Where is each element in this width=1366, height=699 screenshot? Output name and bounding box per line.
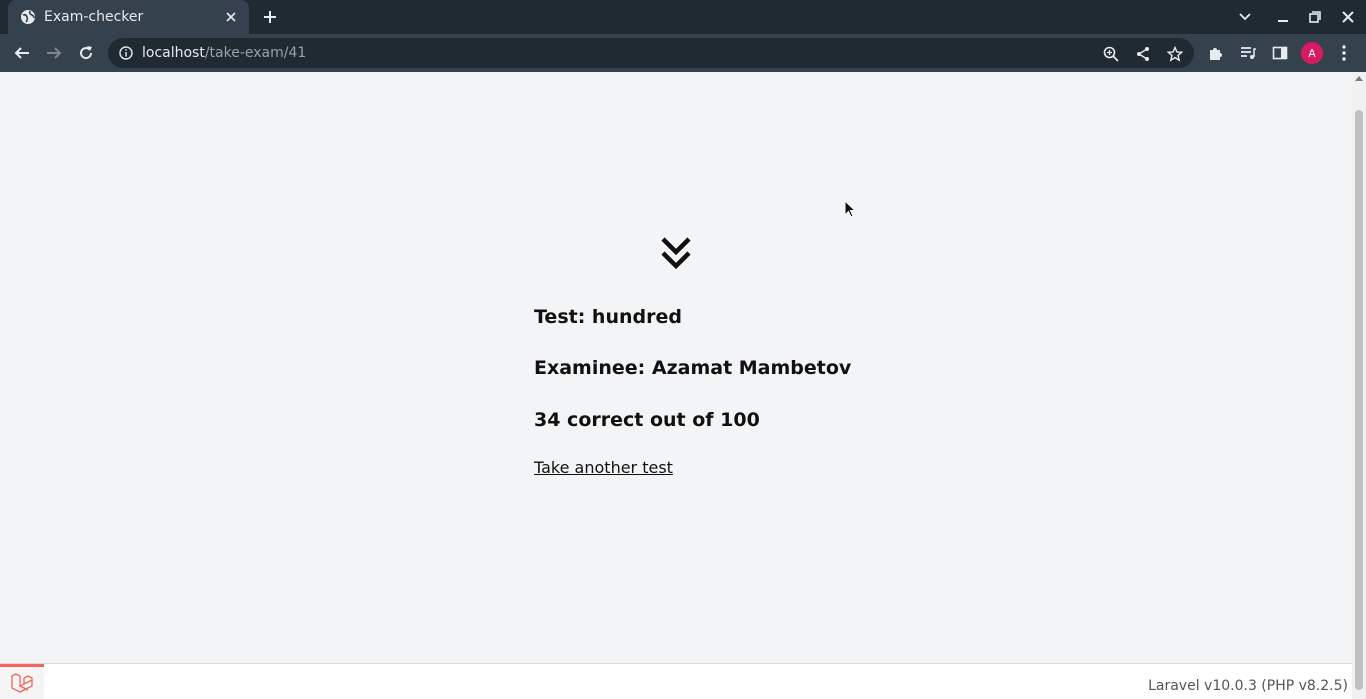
score-summary: 34 correct out of 100 — [534, 409, 760, 431]
laravel-logo-icon[interactable] — [0, 664, 44, 699]
globe-icon — [20, 9, 36, 25]
plus-icon[interactable] — [259, 6, 281, 28]
star-icon[interactable] — [1166, 45, 1184, 63]
laravel-debugbar: Laravel v10.0.3 (PHP v8.2.5) — [0, 663, 1352, 699]
framework-version: Laravel v10.0.3 (PHP v8.2.5) — [1148, 678, 1348, 694]
tab-title: Exam-checker — [44, 9, 144, 25]
restore-icon[interactable] — [1304, 6, 1326, 28]
double-chevron-down-icon — [660, 236, 692, 272]
arrow-right-icon[interactable] — [42, 41, 66, 65]
puzzle-icon[interactable] — [1204, 41, 1228, 65]
take-another-test-link[interactable]: Take another test — [534, 458, 673, 477]
page-content: Test: hundred Examinee: Azamat Mambetov … — [0, 72, 1352, 699]
kebab-menu-icon[interactable] — [1332, 41, 1356, 65]
scroll-up-icon[interactable] — [1355, 76, 1363, 81]
chevron-down-icon[interactable] — [1234, 6, 1256, 28]
scroll-thumb[interactable] — [1355, 110, 1363, 690]
arrow-left-icon[interactable] — [10, 41, 34, 65]
zoom-icon[interactable] — [1102, 45, 1120, 63]
address-bar[interactable]: localhost/take-exam/41 — [108, 38, 1194, 68]
avatar[interactable]: A — [1301, 42, 1323, 64]
browser-toolbar: localhost/take-exam/41 A — [0, 34, 1366, 72]
close-window-icon[interactable] — [1337, 6, 1359, 28]
minimize-icon[interactable] — [1272, 6, 1294, 28]
url-host: localhost — [142, 45, 205, 61]
examinee-name: Examinee: Azamat Mambetov — [534, 357, 852, 379]
scrollbar[interactable] — [1352, 72, 1366, 699]
url-text: localhost/take-exam/41 — [142, 45, 306, 61]
test-name: Test: hundred — [534, 306, 682, 328]
media-queue-icon[interactable] — [1236, 41, 1260, 65]
mouse-cursor-icon — [844, 199, 858, 220]
share-icon[interactable] — [1134, 45, 1152, 63]
browser-tab[interactable]: Exam-checker — [8, 0, 249, 34]
side-panel-icon[interactable] — [1268, 41, 1292, 65]
browser-tab-strip: Exam-checker — [0, 0, 1366, 34]
reload-icon[interactable] — [74, 41, 98, 65]
close-icon[interactable] — [221, 7, 241, 27]
url-path: /take-exam/41 — [204, 45, 307, 61]
info-icon[interactable] — [118, 45, 134, 61]
